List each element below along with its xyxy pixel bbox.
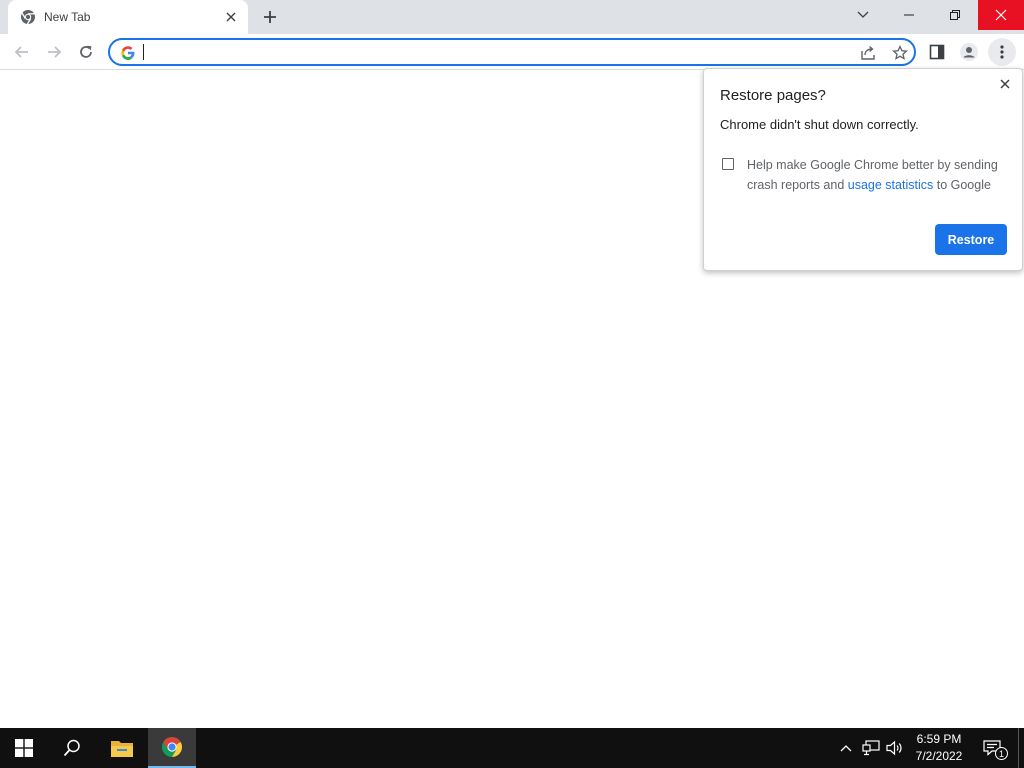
usage-statistics-link[interactable]: usage statistics — [848, 178, 933, 192]
dialog-title: Restore pages? — [720, 87, 826, 104]
chrome-icon — [162, 737, 182, 757]
share-icon[interactable] — [858, 43, 878, 63]
restore-window-icon — [950, 10, 960, 20]
network-button[interactable] — [861, 738, 881, 758]
crash-report-checkbox[interactable] — [722, 158, 734, 170]
taskbar: 6:59 PM 7/2/2022 1 — [0, 728, 1024, 768]
close-icon — [995, 9, 1007, 21]
show-desktop-button[interactable] — [1018, 728, 1024, 768]
minimize-button[interactable] — [886, 0, 932, 30]
volume-button[interactable] — [885, 738, 905, 758]
file-explorer-button[interactable] — [98, 728, 146, 768]
close-window-button[interactable] — [978, 0, 1024, 30]
close-tab-icon[interactable] — [222, 8, 240, 26]
plus-icon — [264, 11, 276, 23]
search-icon — [63, 739, 80, 757]
chrome-icon — [20, 9, 36, 25]
back-arrow-icon — [14, 46, 28, 58]
avatar-icon — [960, 43, 978, 61]
volume-icon — [886, 740, 902, 756]
reload-icon — [80, 45, 92, 58]
reload-button[interactable] — [72, 38, 100, 66]
forward-arrow-icon — [48, 46, 62, 58]
google-g-icon — [120, 45, 136, 61]
start-button[interactable] — [0, 728, 48, 768]
tab-title: New Tab — [44, 10, 91, 24]
restore-button[interactable]: Restore — [935, 224, 1007, 255]
show-hidden-icons-button[interactable] — [836, 738, 856, 758]
bookmark-star-icon[interactable] — [890, 43, 910, 63]
clock-time: 6:59 PM — [916, 732, 962, 746]
side-panel-icon — [929, 44, 945, 60]
address-bar[interactable] — [108, 38, 916, 66]
minimize-icon — [904, 14, 914, 16]
forward-button[interactable] — [40, 38, 68, 66]
tab-new-tab[interactable]: New Tab — [8, 0, 248, 34]
notification-count-badge: 1 — [995, 747, 1008, 760]
network-icon — [862, 740, 880, 756]
menu-button[interactable] — [988, 38, 1016, 66]
dialog-message: Chrome didn't shut down correctly. — [720, 117, 919, 132]
file-explorer-icon — [111, 741, 133, 757]
taskbar-clock[interactable]: 6:59 PM 7/2/2022 — [906, 731, 972, 765]
tab-strip: New Tab — [0, 0, 1024, 34]
text-caret — [143, 44, 144, 60]
clock-date: 7/2/2022 — [915, 749, 963, 763]
kebab-menu-icon — [1000, 45, 1004, 59]
crash-report-label: Help make Google Chrome better by sendin… — [747, 155, 1009, 195]
restore-pages-dialog: Restore pages? Chrome didn't shut down c… — [703, 68, 1023, 271]
restore-window-button[interactable] — [932, 0, 978, 30]
tab-search-button[interactable] — [840, 0, 886, 30]
profile-button[interactable] — [955, 38, 983, 66]
new-tab-button[interactable] — [258, 5, 282, 29]
crash-report-text-end: to Google — [936, 178, 991, 192]
close-dialog-icon[interactable] — [996, 75, 1014, 93]
chevron-down-icon — [857, 11, 869, 18]
back-button[interactable] — [8, 38, 36, 66]
address-input[interactable] — [142, 42, 842, 62]
windows-start-icon — [15, 739, 33, 757]
chevron-up-icon — [840, 745, 852, 752]
taskbar-search-button[interactable] — [48, 728, 96, 768]
chrome-taskbar-button[interactable] — [148, 728, 196, 768]
side-panel-button[interactable] — [923, 38, 951, 66]
browser-toolbar — [0, 34, 1024, 70]
